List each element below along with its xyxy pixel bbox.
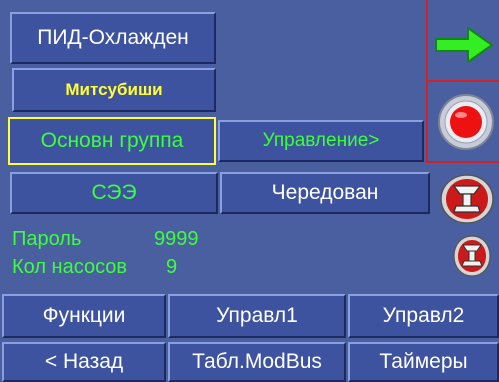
pump-alarm-icon-2[interactable] [452,234,492,278]
see-button[interactable]: СЭЭ [10,172,218,214]
modbus-table-button[interactable]: Табл.ModBus [168,342,346,382]
brand-button[interactable]: Митсубиши [12,68,216,112]
alternation-button[interactable]: Чередован [220,172,430,214]
control-button[interactable]: Управление> [218,120,424,162]
pump-alarm-icon[interactable] [438,172,496,226]
timers-button[interactable]: Таймеры [348,342,499,382]
back-button[interactable]: < Назад [2,342,166,382]
green-arrow-right-icon[interactable] [432,22,496,68]
control1-button[interactable]: Управл1 [168,294,346,338]
right-panel-border-bottom [426,161,499,163]
password-label: Пароль [12,228,82,250]
pumps-label: Кол насосов [12,256,128,278]
title-button[interactable]: ПИД-Охлажден [10,12,216,64]
main-group-button[interactable]: Основн группа [8,117,216,165]
right-panel-border-divider [426,80,499,82]
pumps-value: 9 [166,256,178,278]
password-value: 9999 [154,228,199,250]
control2-button[interactable]: Управл2 [348,294,499,338]
functions-button[interactable]: Функции [2,294,166,338]
red-stop-button-icon[interactable] [436,92,496,152]
